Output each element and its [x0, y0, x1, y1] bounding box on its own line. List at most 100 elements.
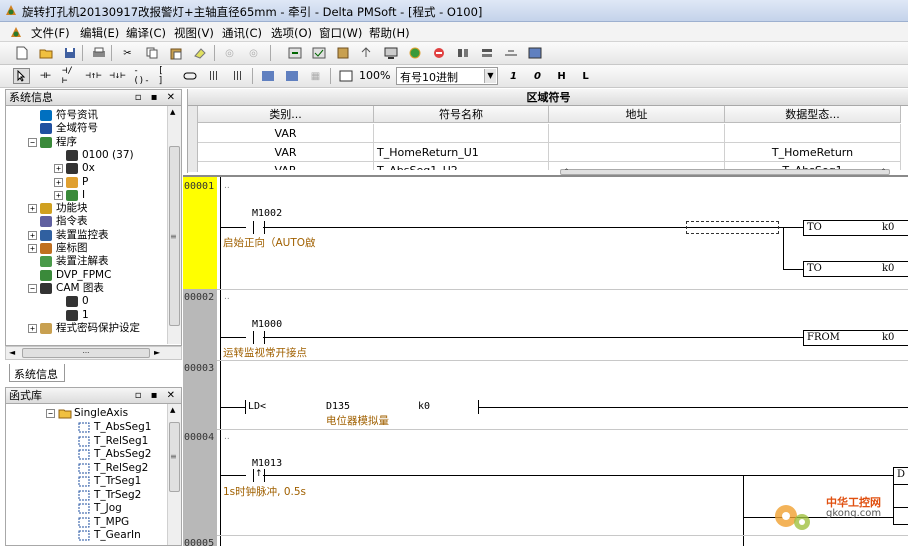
sysinfo-item[interactable]: 0	[54, 295, 89, 308]
symbol-cell[interactable]: VAR	[198, 161, 374, 170]
sysinfo-item[interactable]: DVP_FPMC	[28, 269, 111, 282]
comm-icon[interactable]	[502, 45, 519, 61]
symbol-cell[interactable]: T_HomeReturn	[725, 142, 901, 162]
expand-icon[interactable]: +	[28, 323, 37, 333]
scroll-right-icon[interactable]: ►	[154, 348, 160, 357]
upload-icon[interactable]	[357, 45, 374, 61]
funclib-item[interactable]: T_Jog	[78, 502, 122, 515]
sysinfo-item[interactable]: 符号资讯	[28, 109, 98, 122]
device-icon[interactable]	[454, 45, 471, 61]
device2-icon[interactable]	[478, 45, 495, 61]
low-button[interactable]: L	[577, 68, 594, 84]
symbol-cell[interactable]	[549, 124, 725, 143]
rung-number-4[interactable]: 00004	[183, 432, 215, 443]
funclib-item[interactable]: T_TrSeg1	[78, 475, 141, 488]
sysinfo-item[interactable]: − 程序	[28, 136, 77, 149]
tab-sysinfo[interactable]: 系统信息	[9, 364, 65, 382]
save-icon[interactable]	[61, 45, 78, 61]
hscroll-thumb[interactable]: ···	[22, 348, 150, 358]
coil-icon[interactable]: -()-	[133, 66, 150, 86]
vline-delete-icon[interactable]: |||	[229, 68, 246, 84]
menu-options[interactable]: 选项(O)	[271, 25, 312, 41]
collapse-icon[interactable]: −	[46, 409, 55, 418]
sysinfo-item[interactable]: + 程式密码保护设定	[28, 322, 140, 335]
rung-number-5[interactable]: 00005	[183, 538, 215, 546]
paste-icon[interactable]	[167, 45, 184, 61]
cut-icon[interactable]: ✂	[119, 45, 136, 61]
menu-help[interactable]: 帮助(H)	[369, 25, 410, 41]
check-icon[interactable]	[310, 45, 327, 61]
insert-rung-icon[interactable]	[259, 68, 276, 84]
sysinfo-item[interactable]: 全域符号	[28, 122, 98, 135]
collapse-icon[interactable]: −	[28, 137, 37, 147]
scroll-left-icon[interactable]: ◄	[9, 348, 15, 357]
symbol-cell[interactable]: VAR	[198, 124, 374, 143]
folder-singleaxis[interactable]: − SingleAxis	[46, 407, 128, 420]
oval-icon[interactable]	[181, 68, 198, 84]
to-instruction-2[interactable]: TO k0	[803, 261, 908, 277]
no-contact-icon[interactable]: ⊣⊢	[37, 68, 54, 84]
symbol-cell[interactable]	[549, 142, 725, 162]
funclib-item[interactable]: T_MPG	[78, 516, 129, 529]
sysinfo-hscroll[interactable]: ◄ ··· ►	[5, 346, 182, 360]
zoom-icon[interactable]	[337, 68, 354, 84]
sysinfo-item[interactable]: + 座标图	[28, 242, 88, 255]
compare-instruction[interactable]: LD<	[248, 401, 266, 412]
pointer-icon[interactable]	[13, 68, 30, 84]
symbol-cell[interactable]: T_HomeReturn_U1	[374, 142, 549, 162]
falling-contact-icon[interactable]: ⊣↓⊢	[109, 68, 126, 84]
monitor-icon[interactable]	[382, 45, 399, 61]
sysinfo-scrollbar[interactable]: ▲ ≡	[167, 106, 181, 344]
symbol-cell[interactable]: T_AbsSeg1_U2	[374, 161, 549, 170]
expand-icon[interactable]: +	[28, 204, 37, 214]
sysinfo-item[interactable]: + P	[54, 176, 88, 189]
funclib-item[interactable]: T_RelSeg2	[78, 462, 148, 475]
delete-rung-icon[interactable]	[283, 68, 300, 84]
compare-constant[interactable]: k0	[418, 401, 430, 412]
expand-icon[interactable]: +	[28, 244, 37, 253]
funclib-item[interactable]: T_TrSeg2	[78, 489, 141, 502]
funclib-scrollbar[interactable]: ▲ ≡	[167, 404, 181, 545]
bracket-icon[interactable]: [ ]	[157, 66, 174, 86]
sysinfo-item[interactable]: 0100 (37)	[54, 149, 134, 162]
rung-number-2[interactable]: 00002	[183, 292, 215, 303]
value-zero-button[interactable]: 0	[529, 68, 546, 84]
panel-controls-icon-2[interactable]: ▫ ▪ ✕	[135, 388, 178, 403]
sysinfo-item[interactable]: + 装置监控表	[28, 229, 109, 242]
sysinfo-item[interactable]: 装置注解表	[28, 255, 109, 268]
from-instruction[interactable]: FROM k0	[803, 330, 908, 346]
col-address[interactable]: 地址	[549, 106, 725, 123]
print-icon[interactable]	[90, 45, 107, 61]
high-button[interactable]: H	[553, 68, 570, 84]
to-instruction[interactable]: TO k0	[803, 220, 908, 236]
copy-icon[interactable]	[143, 45, 160, 61]
scroll-up-icon-2[interactable]: ▲	[170, 406, 175, 414]
symbol-cell[interactable]	[374, 124, 549, 143]
col-category[interactable]: 类别...	[198, 106, 374, 123]
download-icon[interactable]	[334, 45, 351, 61]
value-one-button[interactable]: 1	[505, 68, 522, 84]
sysinfo-item[interactable]: + 功能块	[28, 202, 88, 215]
compare-operand[interactable]: D135	[326, 401, 350, 412]
menu-compile[interactable]: 编译(C)	[126, 25, 166, 41]
sysinfo-item[interactable]: 指令表	[28, 215, 88, 228]
sysinfo-item[interactable]: 1	[54, 309, 89, 322]
menu-comm[interactable]: 通讯(C)	[222, 25, 262, 41]
sysinfo-item[interactable]: + I	[54, 189, 85, 202]
funclib-item[interactable]: T_AbsSeg2	[78, 448, 151, 461]
collapse-icon[interactable]: −	[28, 283, 37, 293]
contact-address-2[interactable]: M1000	[252, 319, 282, 330]
expand-icon[interactable]: +	[54, 190, 63, 200]
vline-icon[interactable]: |||	[205, 68, 222, 84]
col-symbol-name[interactable]: 符号名称	[374, 106, 549, 123]
col-data-type[interactable]: 数据型态...	[725, 106, 901, 123]
funclib-item[interactable]: T_RelSeg1	[78, 435, 148, 448]
stop-icon[interactable]	[430, 45, 447, 61]
panel-controls-icon[interactable]: ▫ ▪ ✕	[135, 90, 178, 105]
partial-instruction[interactable]: D	[893, 467, 908, 485]
number-format-select[interactable]: 有号10进制 ▼	[396, 67, 498, 85]
funclib-item[interactable]: T_GearIn	[78, 529, 141, 542]
expand-icon[interactable]: +	[54, 177, 63, 187]
funclib-item[interactable]: T_AbsSeg1	[78, 421, 151, 434]
nc-contact-icon[interactable]: ⊣/⊢	[61, 66, 78, 86]
